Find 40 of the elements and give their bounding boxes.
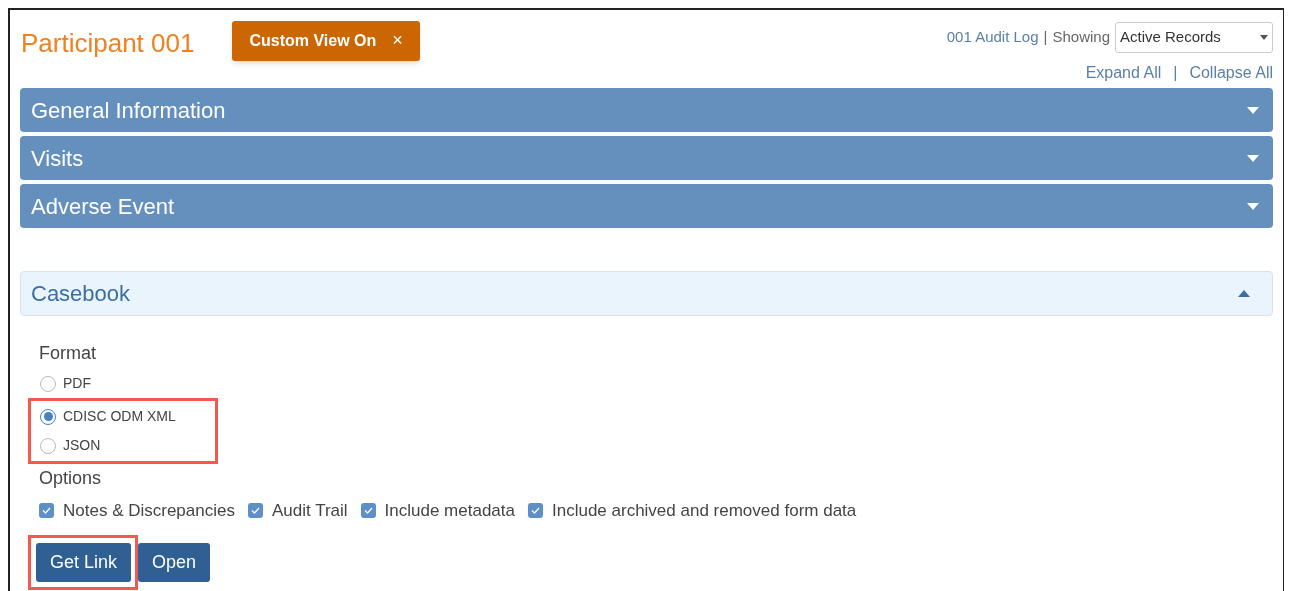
- checkbox-label: Include metadata: [384, 500, 515, 522]
- checkbox[interactable]: [39, 503, 54, 519]
- caret-up-icon: [1238, 290, 1250, 297]
- records-select[interactable]: Active Records: [1115, 22, 1273, 53]
- checkbox[interactable]: [528, 503, 543, 519]
- dropdown-caret-icon: [1260, 35, 1268, 40]
- separator: |: [1173, 63, 1178, 83]
- radio-button[interactable]: [40, 375, 56, 392]
- radio-label: PDF: [63, 374, 91, 393]
- casebook-header[interactable]: Casebook: [20, 271, 1273, 316]
- checkbox-label: Notes & Discrepancies: [63, 500, 235, 522]
- section-header[interactable]: General Information: [20, 88, 1273, 132]
- collapse-all-link[interactable]: Collapse All: [1189, 61, 1273, 85]
- options-label: Options: [39, 467, 103, 490]
- showing-label: Showing: [1052, 27, 1110, 48]
- checkbox-label: Audit Trail: [271, 500, 348, 522]
- checkbox[interactable]: [360, 503, 376, 519]
- action-button[interactable]: Open: [138, 542, 211, 582]
- radio-button[interactable]: [40, 437, 56, 454]
- checkmark-icon: [250, 507, 260, 515]
- checkmark-icon: [42, 507, 51, 515]
- custom-view-button[interactable]: Custom View On ×: [232, 20, 420, 61]
- caret-down-icon: [1247, 106, 1259, 114]
- expand-all-link[interactable]: Expand All: [1085, 61, 1162, 85]
- separator: |: [1043, 27, 1048, 48]
- caret-down-icon: [1247, 202, 1259, 210]
- radio-label: JSON: [63, 436, 101, 455]
- section-header[interactable]: Visits: [20, 136, 1273, 180]
- checkbox-label: Include archived and removed form data: [552, 500, 857, 522]
- audit-log-link[interactable]: 001 Audit Log: [946, 26, 1039, 49]
- caret-down-icon: [1247, 154, 1259, 162]
- action-button[interactable]: Get Link: [36, 542, 132, 582]
- checkmark-icon: [363, 507, 373, 515]
- radio-button[interactable]: [40, 408, 56, 425]
- participant-title: Participant 001: [20, 27, 195, 60]
- section-header[interactable]: Adverse Event: [20, 184, 1273, 228]
- checkmark-icon: [531, 507, 540, 515]
- radio-label: CDISC ODM XML: [63, 407, 176, 426]
- format-label: Format: [39, 342, 97, 365]
- checkbox[interactable]: [247, 503, 263, 519]
